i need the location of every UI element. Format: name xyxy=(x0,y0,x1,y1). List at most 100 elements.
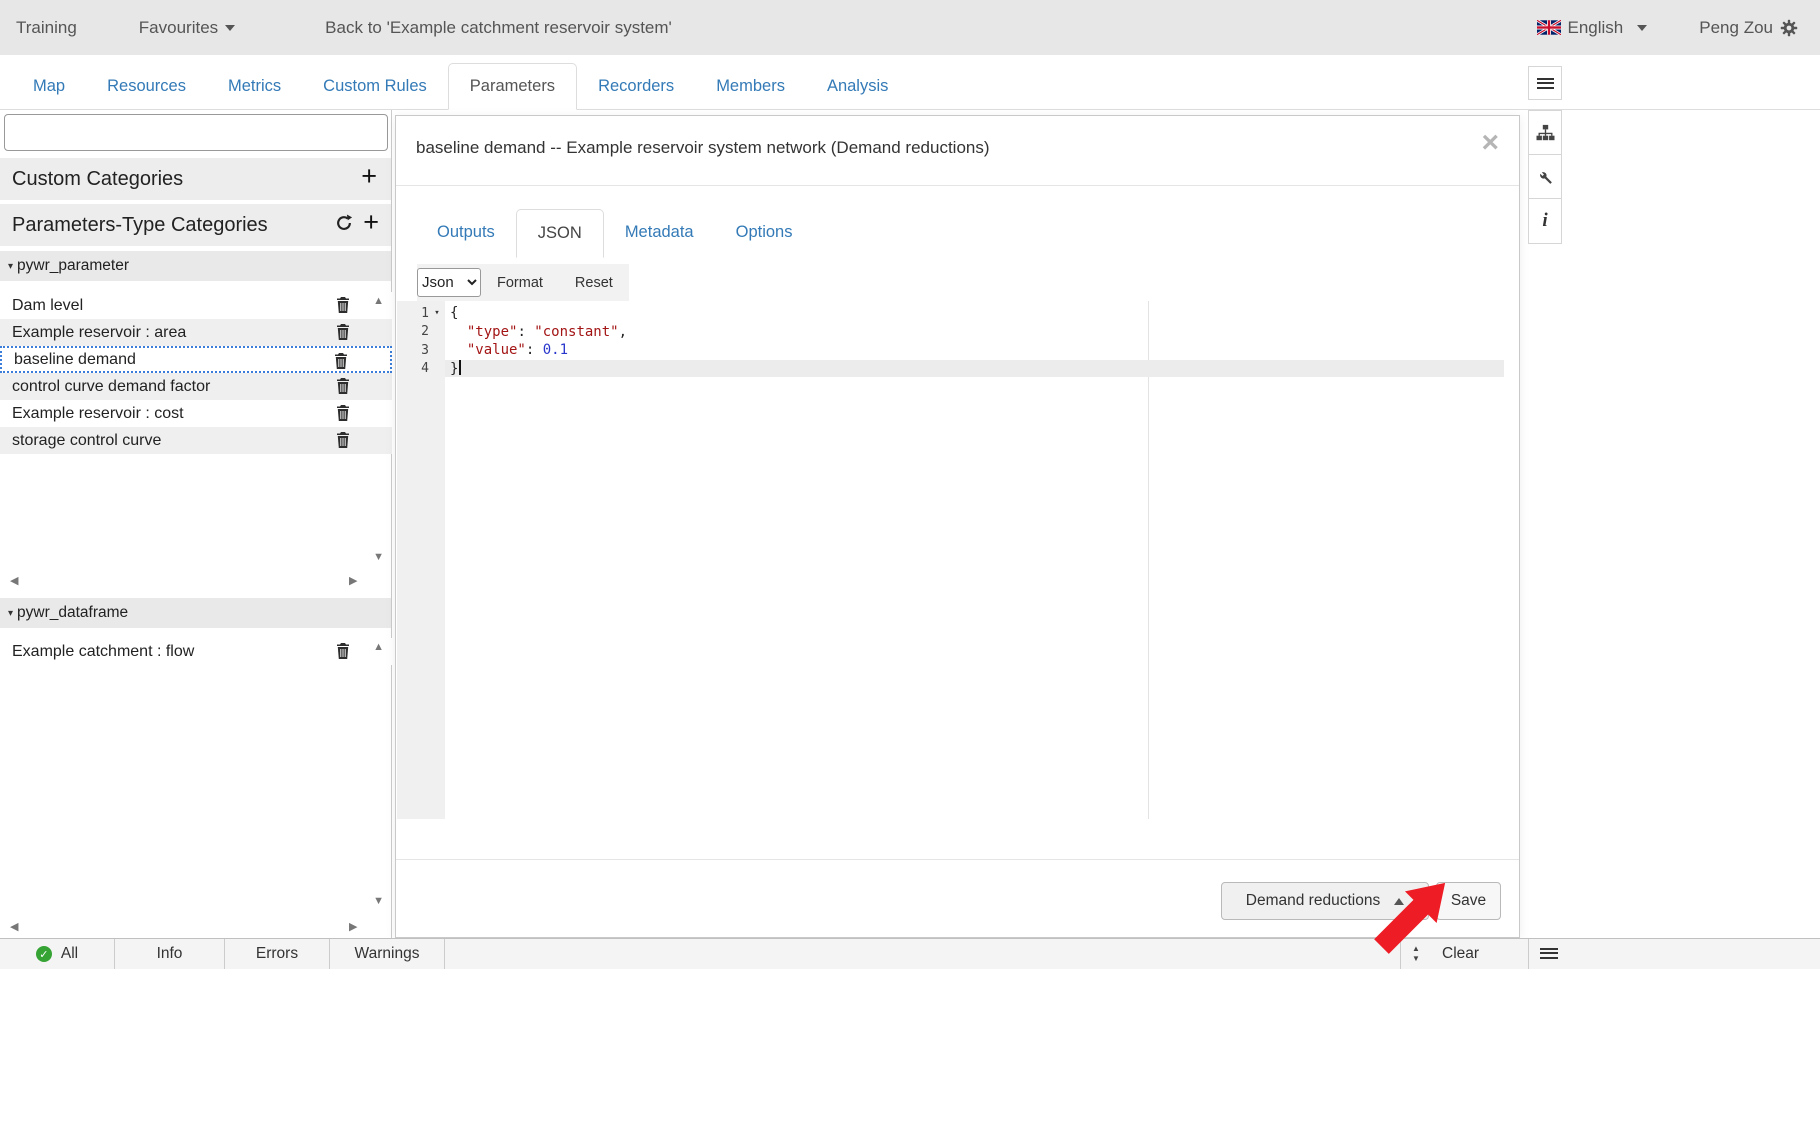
sidebar: Custom Categories + Parameters-Type Cate… xyxy=(0,110,392,938)
tab-recorders[interactable]: Recorders xyxy=(577,64,695,109)
status-tab-all[interactable]: ✓ All xyxy=(0,939,115,969)
parameter-categories-title: Parameters-Type Categories xyxy=(12,214,268,237)
trash-icon xyxy=(336,405,350,421)
format-button[interactable]: Format xyxy=(481,264,559,301)
tab-map[interactable]: Map xyxy=(12,64,86,109)
network-tree-button[interactable] xyxy=(1529,111,1561,155)
editor-toolbar: Json Format Reset xyxy=(417,264,629,301)
delete-button[interactable] xyxy=(336,643,350,664)
add-custom-category-button[interactable]: + xyxy=(361,163,377,190)
item-label: baseline demand xyxy=(14,351,136,369)
tab-parameters[interactable]: Parameters xyxy=(448,63,577,110)
reset-button[interactable]: Reset xyxy=(559,264,629,301)
code-lines: 1 ▾ { 2 "type": "constant", 3 xyxy=(397,304,1504,378)
scroll-up-icon[interactable]: ▲ xyxy=(373,296,384,307)
caret-down-icon: ▾ xyxy=(8,261,13,272)
language-menu[interactable]: English xyxy=(1537,18,1648,38)
delete-button[interactable] xyxy=(336,378,350,399)
scroll-left-icon[interactable]: ◀ xyxy=(10,922,18,933)
code-text: "type": "constant", xyxy=(445,324,1504,340)
close-icon[interactable]: × xyxy=(1481,128,1499,158)
trash-icon xyxy=(336,378,350,394)
category-search-input[interactable] xyxy=(4,114,388,151)
list-item-example-reservoir-area[interactable]: Example reservoir : area xyxy=(0,319,392,346)
status-tab-warnings[interactable]: Warnings xyxy=(330,939,445,969)
line-number: 2 xyxy=(401,324,429,339)
tab-analysis[interactable]: Analysis xyxy=(806,64,909,109)
brand-training[interactable]: Training xyxy=(16,18,77,38)
scroll-down-icon[interactable]: ▼ xyxy=(373,896,384,907)
tab-metadata[interactable]: Metadata xyxy=(604,209,715,258)
back-link[interactable]: Back to 'Example catchment reservoir sys… xyxy=(325,18,672,38)
list-item-storage-control-curve[interactable]: storage control curve xyxy=(0,427,392,454)
statusbar-menu-button[interactable] xyxy=(1540,945,1558,961)
json-editor[interactable]: 1 ▾ { 2 "type": "constant", 3 xyxy=(397,301,1518,819)
scroll-right-icon[interactable]: ▶ xyxy=(349,576,357,587)
code-text: "value": 0.1 xyxy=(445,342,1504,358)
status-tab-errors[interactable]: Errors xyxy=(225,939,330,969)
delete-button[interactable] xyxy=(334,353,348,374)
line-gutter: 1 ▾ xyxy=(397,306,445,321)
list-item-baseline-demand[interactable]: baseline demand xyxy=(0,346,392,373)
app-root: Training Favourites Back to 'Example cat… xyxy=(0,0,1820,1125)
hamburger-icon xyxy=(1540,948,1558,959)
right-toolbar: i xyxy=(1528,110,1562,244)
tab-outputs[interactable]: Outputs xyxy=(416,209,516,258)
scroll-left-icon[interactable]: ◀ xyxy=(10,576,18,587)
tab-metrics[interactable]: Metrics xyxy=(207,64,302,109)
trash-icon xyxy=(336,643,350,659)
trash-icon xyxy=(336,324,350,340)
line-gutter: 3 xyxy=(397,343,445,358)
menu-toggle-button[interactable] xyxy=(1528,66,1562,100)
scroll-up-icon[interactable]: ▲ xyxy=(373,642,384,653)
editor-mode-select[interactable]: Json xyxy=(417,268,481,297)
divider xyxy=(1528,939,1529,969)
list-item-dam-level[interactable]: Dam level xyxy=(0,292,392,319)
list-item-control-curve-demand-factor[interactable]: control curve demand factor xyxy=(0,373,392,400)
favourites-label: Favourites xyxy=(139,18,218,38)
delete-button[interactable] xyxy=(336,432,350,453)
dialog-title: baseline demand -- Example reservoir sys… xyxy=(416,138,990,158)
item-label: Example reservoir : area xyxy=(12,324,186,342)
group-pywr-dataframe[interactable]: ▾ pywr_dataframe xyxy=(0,598,391,628)
info-icon: i xyxy=(1542,210,1547,232)
dialog-footer: Demand reductions Save xyxy=(396,859,1519,937)
dataframe-list: Example catchment : flow xyxy=(0,638,392,665)
add-parameter-category-button[interactable]: + xyxy=(363,209,379,236)
fold-icon[interactable]: ▾ xyxy=(429,308,445,318)
refresh-categories-button[interactable] xyxy=(335,214,353,238)
list-item-example-reservoir-cost[interactable]: Example reservoir : cost xyxy=(0,400,392,427)
status-info-label: Info xyxy=(157,945,183,963)
caret-down-icon xyxy=(1637,25,1647,31)
demand-reductions-dropdown[interactable]: Demand reductions xyxy=(1221,882,1429,920)
favourites-menu[interactable]: Favourites xyxy=(139,18,235,38)
scroll-right-icon[interactable]: ▶ xyxy=(349,922,357,933)
tab-options[interactable]: Options xyxy=(715,209,814,258)
dialog-tab-bar: Outputs JSON Metadata Options xyxy=(416,209,813,258)
code-line: 3 "value": 0.1 xyxy=(397,341,1504,360)
tools-button[interactable] xyxy=(1529,155,1561,199)
dropdown-label: Demand reductions xyxy=(1246,892,1380,910)
trash-icon xyxy=(336,297,350,313)
tab-json[interactable]: JSON xyxy=(516,209,604,258)
delete-button[interactable] xyxy=(336,405,350,426)
line-gutter: 4 xyxy=(397,361,445,376)
group-pywr-parameter[interactable]: ▾ pywr_parameter xyxy=(0,251,391,281)
line-number: 3 xyxy=(401,343,429,358)
tab-resources[interactable]: Resources xyxy=(86,64,207,109)
tab-members[interactable]: Members xyxy=(695,64,806,109)
list-item-example-catchment-flow[interactable]: Example catchment : flow xyxy=(0,638,392,665)
code-line-active: 4 } xyxy=(397,360,1504,379)
sort-icon[interactable]: ▲▼ xyxy=(1412,944,1420,963)
save-button[interactable]: Save xyxy=(1436,882,1501,920)
clear-button[interactable]: Clear xyxy=(1442,945,1479,963)
text-cursor xyxy=(459,360,461,375)
delete-button[interactable] xyxy=(336,324,350,345)
status-tab-info[interactable]: Info xyxy=(115,939,225,969)
tab-custom-rules[interactable]: Custom Rules xyxy=(302,64,448,109)
user-menu[interactable]: Peng Zou xyxy=(1699,18,1798,38)
delete-button[interactable] xyxy=(336,297,350,318)
line-number: 1 xyxy=(401,306,429,321)
scroll-down-icon[interactable]: ▼ xyxy=(373,552,384,563)
info-button[interactable]: i xyxy=(1529,199,1561,243)
